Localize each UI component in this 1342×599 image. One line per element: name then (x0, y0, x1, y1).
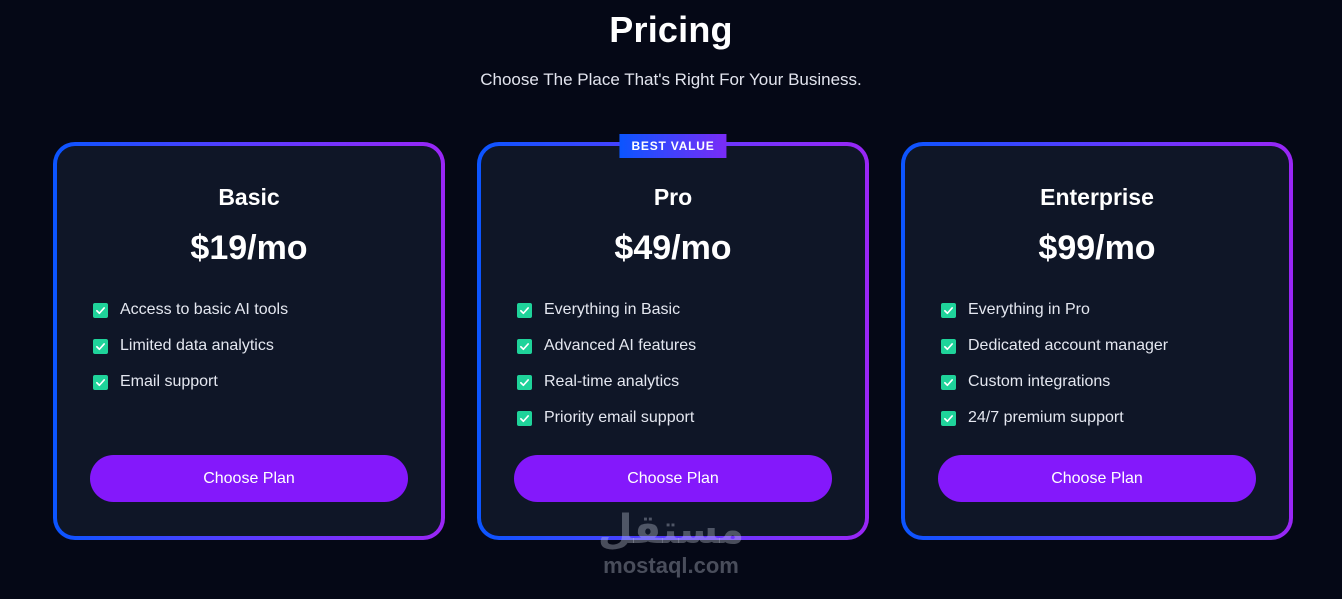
feature-label: Access to basic AI tools (120, 301, 289, 318)
feature-item: 24/7 premium support (941, 400, 1168, 436)
check-square-icon (941, 410, 956, 426)
plan-price: $99/mo (1038, 229, 1156, 267)
feature-list: Everything in Basic Advanced AI features… (517, 292, 696, 436)
plan-card-body: Pro $49/mo Everything in Basic Advanced … (481, 146, 865, 536)
plan-price: $49/mo (614, 229, 732, 267)
mostaql-watermark: مستقل mostaql.com (571, 508, 771, 578)
plan-card-basic: Basic $19/mo Access to basic AI tools Li… (53, 142, 445, 540)
choose-plan-button-basic[interactable]: Choose Plan (90, 455, 408, 502)
feature-item: Custom integrations (941, 364, 1168, 400)
check-square-icon (941, 374, 956, 390)
feature-label: Priority email support (544, 409, 695, 426)
watermark-logo: مستقل (597, 507, 745, 553)
plan-card-body: Basic $19/mo Access to basic AI tools Li… (57, 146, 441, 536)
plan-price: $19/mo (190, 229, 308, 267)
choose-plan-button-pro[interactable]: Choose Plan (514, 455, 832, 502)
page-subtitle: Choose The Place That's Right For Your B… (480, 70, 862, 89)
feature-item: Access to basic AI tools (93, 292, 288, 328)
plan-name: Enterprise (1040, 184, 1154, 210)
check-square-icon (93, 302, 108, 318)
plan-name: Pro (653, 184, 693, 210)
feature-item: Priority email support (517, 400, 696, 436)
feature-item: Limited data analytics (93, 328, 288, 364)
feature-item: Everything in Basic (517, 292, 696, 328)
feature-list: Access to basic AI tools Limited data an… (93, 292, 288, 400)
page-title: Pricing (609, 9, 733, 50)
plan-card-enterprise: Enterprise $99/mo Everything in Pro Dedi… (901, 142, 1293, 540)
plan-card-body: Enterprise $99/mo Everything in Pro Dedi… (905, 146, 1289, 536)
check-square-icon (517, 374, 532, 390)
best-value-badge: BEST VALUE (619, 134, 727, 158)
feature-item: Dedicated account manager (941, 328, 1168, 364)
feature-item: Email support (93, 364, 288, 400)
feature-label: Limited data analytics (120, 337, 274, 354)
plan-card-pro: BEST VALUE Pro $49/mo Everything in Basi… (477, 134, 869, 540)
feature-label: Real-time analytics (544, 373, 680, 390)
feature-list: Everything in Pro Dedicated account mana… (941, 292, 1168, 436)
feature-label: Everything in Pro (968, 301, 1090, 318)
check-square-icon (517, 410, 532, 426)
feature-item: Advanced AI features (517, 328, 696, 364)
feature-label: Custom integrations (968, 373, 1111, 390)
choose-plan-button-enterprise[interactable]: Choose Plan (938, 455, 1256, 502)
check-square-icon (517, 302, 532, 318)
feature-label: Dedicated account manager (968, 337, 1169, 354)
check-square-icon (941, 302, 956, 318)
watermark-url: mostaql.com (603, 553, 739, 578)
feature-label: Email support (120, 373, 218, 390)
feature-item: Everything in Pro (941, 292, 1168, 328)
feature-label: Advanced AI features (544, 337, 697, 354)
feature-label: 24/7 premium support (968, 409, 1124, 426)
feature-item: Real-time analytics (517, 364, 696, 400)
pricing-page: Pricing Choose The Place That's Right Fo… (0, 0, 1342, 599)
check-square-icon (517, 338, 532, 354)
plan-name: Basic (218, 184, 280, 210)
feature-label: Everything in Basic (544, 301, 681, 318)
check-square-icon (93, 374, 108, 390)
check-square-icon (93, 338, 108, 354)
check-square-icon (941, 338, 956, 354)
